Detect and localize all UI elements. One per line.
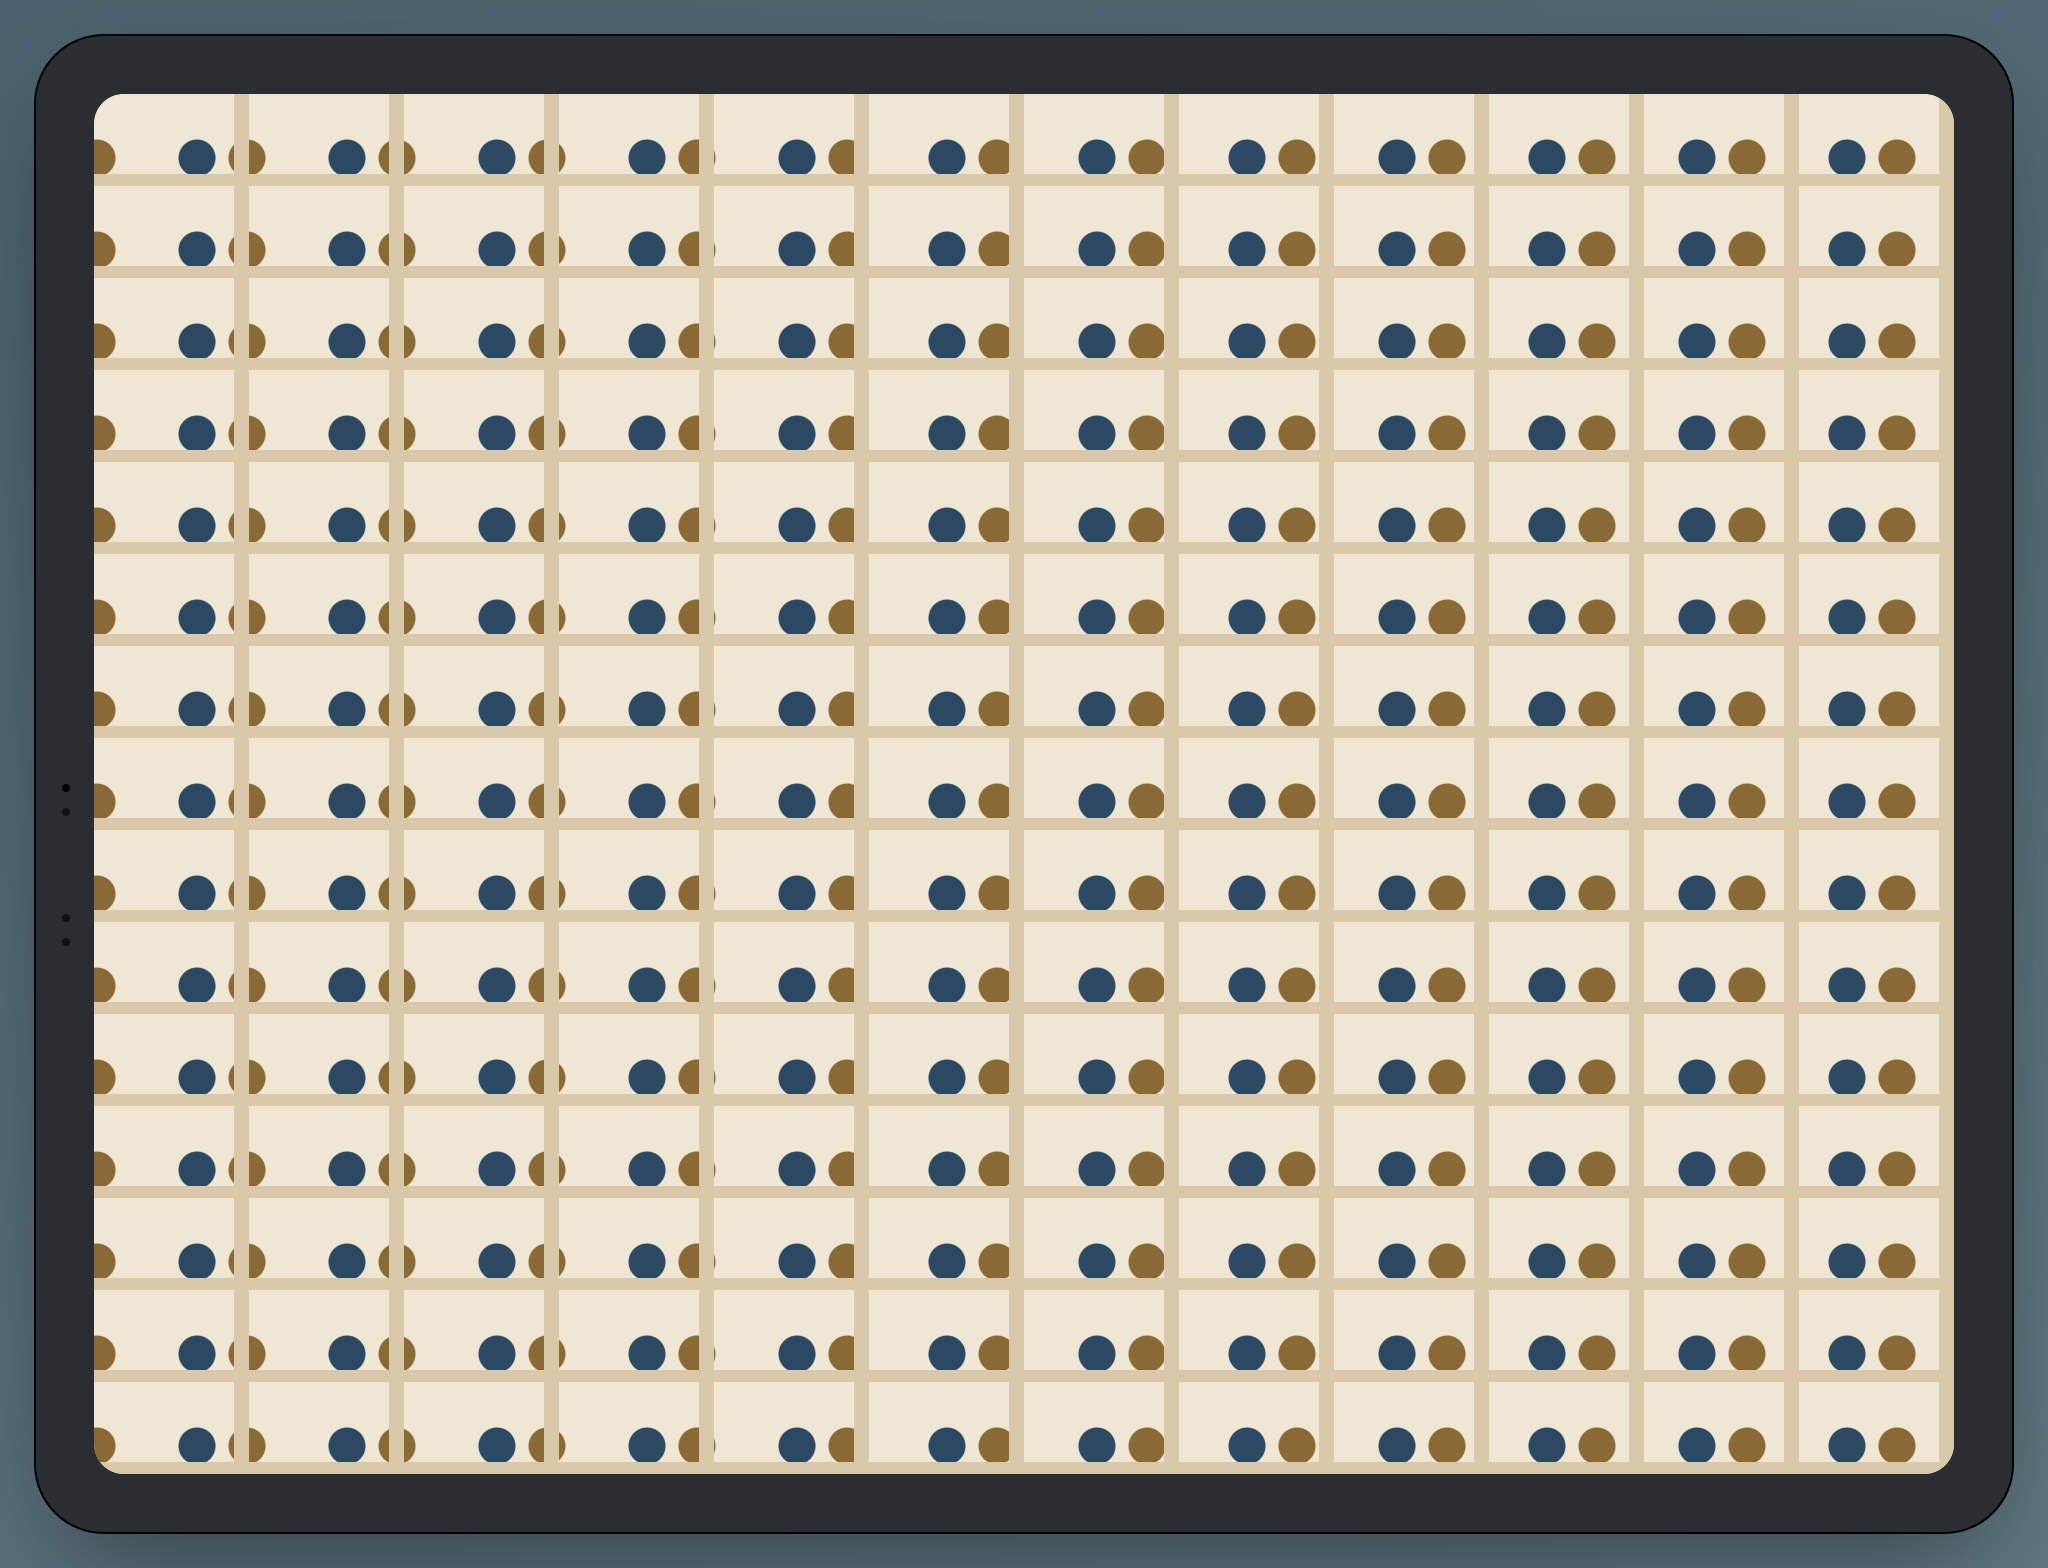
tablet-frame: Click & Collect	[34, 34, 2014, 1534]
side-photo[interactable]	[1259, 1332, 1894, 1474]
app-screen: Click & Collect	[94, 94, 1954, 1474]
